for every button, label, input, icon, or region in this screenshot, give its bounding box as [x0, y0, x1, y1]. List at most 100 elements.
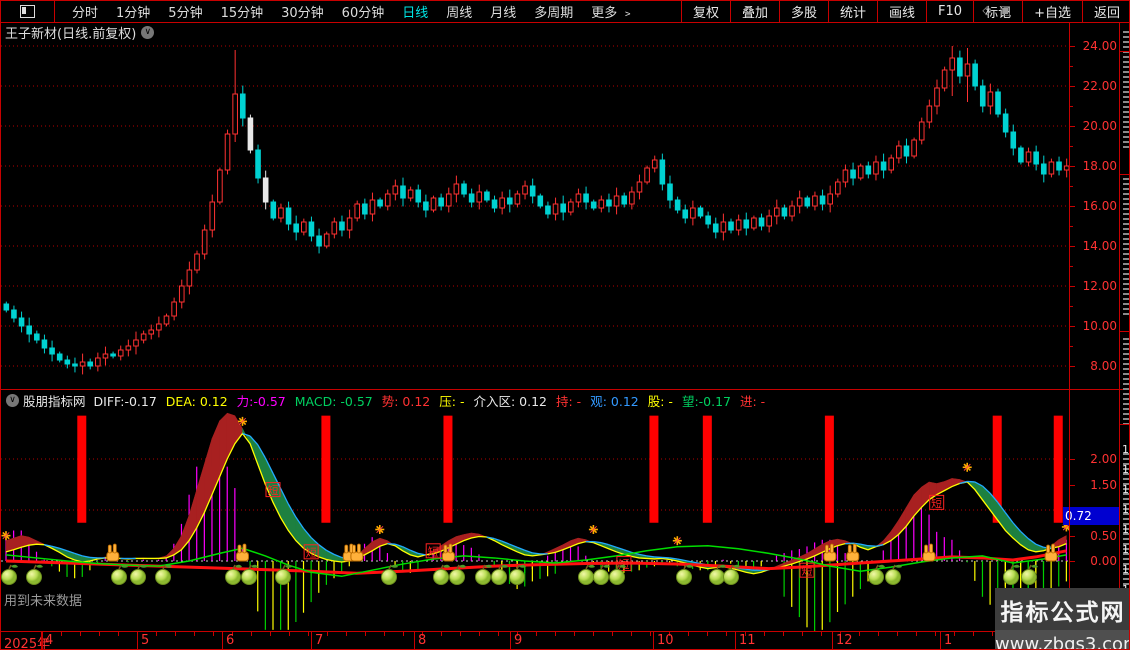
axis-tick [1070, 459, 1075, 460]
price-axis-label: 20.00 [1082, 119, 1117, 133]
period-tab-30分钟[interactable]: 30分钟 [272, 2, 333, 21]
year-label: 2025年 [4, 637, 51, 650]
time-tick [688, 632, 689, 636]
time-axis-separator [735, 632, 736, 649]
month-label-4: 4 [45, 633, 54, 648]
period-tab-5分钟[interactable]: 5分钟 [159, 2, 211, 21]
axis-tick [1070, 286, 1075, 287]
window-layout-button[interactable] [1, 1, 55, 23]
indicator-field: 介入区: 0.12 [473, 393, 547, 409]
time-axis-separator [137, 632, 138, 649]
strip-digit: 1 [1122, 523, 1129, 536]
indicator-axis-label: 0.00 [1090, 554, 1117, 568]
strip-digit: 1 [1122, 503, 1129, 516]
strip-digit: 1 [1122, 483, 1129, 496]
strip-separator [1120, 331, 1129, 332]
time-axis-separator [41, 632, 42, 649]
axis-subtick [1070, 146, 1073, 147]
time-tick [61, 632, 62, 636]
time-axis-separator [940, 632, 941, 649]
time-tick [764, 632, 765, 636]
indicator-field: 进: - [740, 393, 766, 409]
candlestick-chart[interactable] [1, 41, 1069, 389]
watermark-site-name: 指标公式网 [1000, 600, 1126, 626]
chart-corner-icons: ◇ ▣ [982, 3, 1011, 17]
period-tab-60分钟[interactable]: 60分钟 [333, 2, 394, 21]
time-tick [365, 632, 366, 636]
diamond-icon[interactable]: ◇ [982, 3, 991, 17]
indicator-field: 力:-0.57 [236, 393, 286, 409]
month-label-1: 1 [944, 633, 953, 648]
time-tick [251, 632, 252, 636]
indicator-axis-label: 0.50 [1090, 528, 1117, 543]
current-value-tag: 0.72 [1063, 507, 1119, 525]
indicator-name[interactable]: 股朋指标网 [23, 391, 86, 409]
toolbar-button-复权[interactable]: 复权 [680, 1, 730, 23]
toolbar-button-+自选[interactable]: +自选 [1022, 1, 1082, 23]
time-tick [555, 632, 556, 636]
indicator-field: DIFF:-0.17 [93, 393, 157, 409]
period-tab-分时[interactable]: 分时 [63, 2, 107, 21]
time-tick [99, 632, 100, 636]
strip-digit: 1 [1122, 443, 1129, 456]
indicator-chevron-icon[interactable]: ∨ [6, 393, 19, 407]
time-axis-separator [510, 632, 511, 649]
strip-separator [1120, 424, 1129, 425]
indicator-field: 股: - [647, 393, 673, 409]
time-tick [783, 632, 784, 636]
right-vertical-strip[interactable]: 11111111 [1119, 23, 1129, 649]
toolbar-button-统计[interactable]: 统计 [828, 1, 877, 23]
period-tab-日线[interactable]: 日线 [393, 2, 437, 21]
time-axis-separator [42, 632, 43, 649]
time-tick [726, 632, 727, 636]
time-tick [194, 632, 195, 636]
toolbar: 分时 1分钟 5分钟 15分钟 30分钟 60分钟 日线 周线 月线 多周期 更多 ﹥ 复权 叠加 多股… [1, 1, 1129, 23]
chevron-down-icon[interactable]: ∨ [141, 25, 155, 39]
price-axis-label: 14.00 [1082, 239, 1117, 253]
axis-tick [1070, 46, 1075, 47]
period-tab-周线[interactable]: 周线 [437, 2, 481, 21]
axis-tick [1070, 86, 1075, 87]
toolbar-button-画线[interactable]: 画线 [877, 1, 926, 23]
axis-tick [1070, 246, 1075, 247]
vertical-text [1123, 338, 1129, 428]
time-tick [878, 632, 879, 636]
axis-tick [1070, 535, 1075, 537]
indicator-axis-label: 1.50 [1090, 477, 1117, 492]
period-tab-更多 ﹥[interactable]: 更多 ﹥ [582, 2, 643, 21]
period-tab-多周期[interactable]: 多周期 [525, 2, 582, 21]
toolbar-button-返回[interactable]: 返回 [1081, 1, 1129, 23]
axis-tick [1070, 206, 1075, 207]
time-tick [954, 632, 955, 636]
svg-text:短: 短 [268, 483, 279, 497]
toolbar-button-F10[interactable]: F10 [926, 1, 973, 23]
time-tick [612, 632, 613, 636]
indicator-field: 观: 0.12 [590, 393, 639, 409]
toolbar-button-多股[interactable]: 多股 [778, 1, 828, 23]
time-tick [384, 632, 385, 636]
stock-title: 王子新材(日线.前复权) [5, 26, 137, 42]
toolbar-button-叠加[interactable]: 叠加 [729, 1, 779, 23]
axis-subtick [1070, 226, 1073, 227]
axis-tick [1070, 126, 1075, 127]
time-axis-separator [653, 632, 654, 649]
indicator-field: 持: - [556, 393, 582, 409]
month-label-5: 5 [141, 633, 150, 648]
axis-tick [1070, 484, 1075, 486]
title-row: 王子新材(日线.前复权) ∨ [1, 23, 1119, 42]
month-label-9: 9 [514, 633, 523, 648]
time-tick [574, 632, 575, 636]
indicator-panel[interactable]: 短短 短短短短 [1, 410, 1069, 631]
period-tab-月线[interactable]: 月线 [481, 2, 525, 21]
period-tab-15分钟[interactable]: 15分钟 [212, 2, 273, 21]
time-axis-separator [832, 632, 833, 649]
period-tab-1分钟[interactable]: 1分钟 [107, 2, 159, 21]
time-tick [802, 632, 803, 636]
panel-icon[interactable]: ▣ [1000, 3, 1011, 17]
time-axis-separator [311, 632, 312, 649]
period-tabs: 分时 1分钟 5分钟 15分钟 30分钟 60分钟 日线 周线 月线 多周期 更多 ﹥ [63, 2, 643, 21]
toolbar-right-buttons: 复权 叠加 多股 统计 画线 F10 标记 +自选 返回 [680, 1, 1129, 23]
axis-tick [1070, 326, 1075, 327]
month-label-11: 11 [739, 633, 756, 648]
time-tick [707, 632, 708, 636]
